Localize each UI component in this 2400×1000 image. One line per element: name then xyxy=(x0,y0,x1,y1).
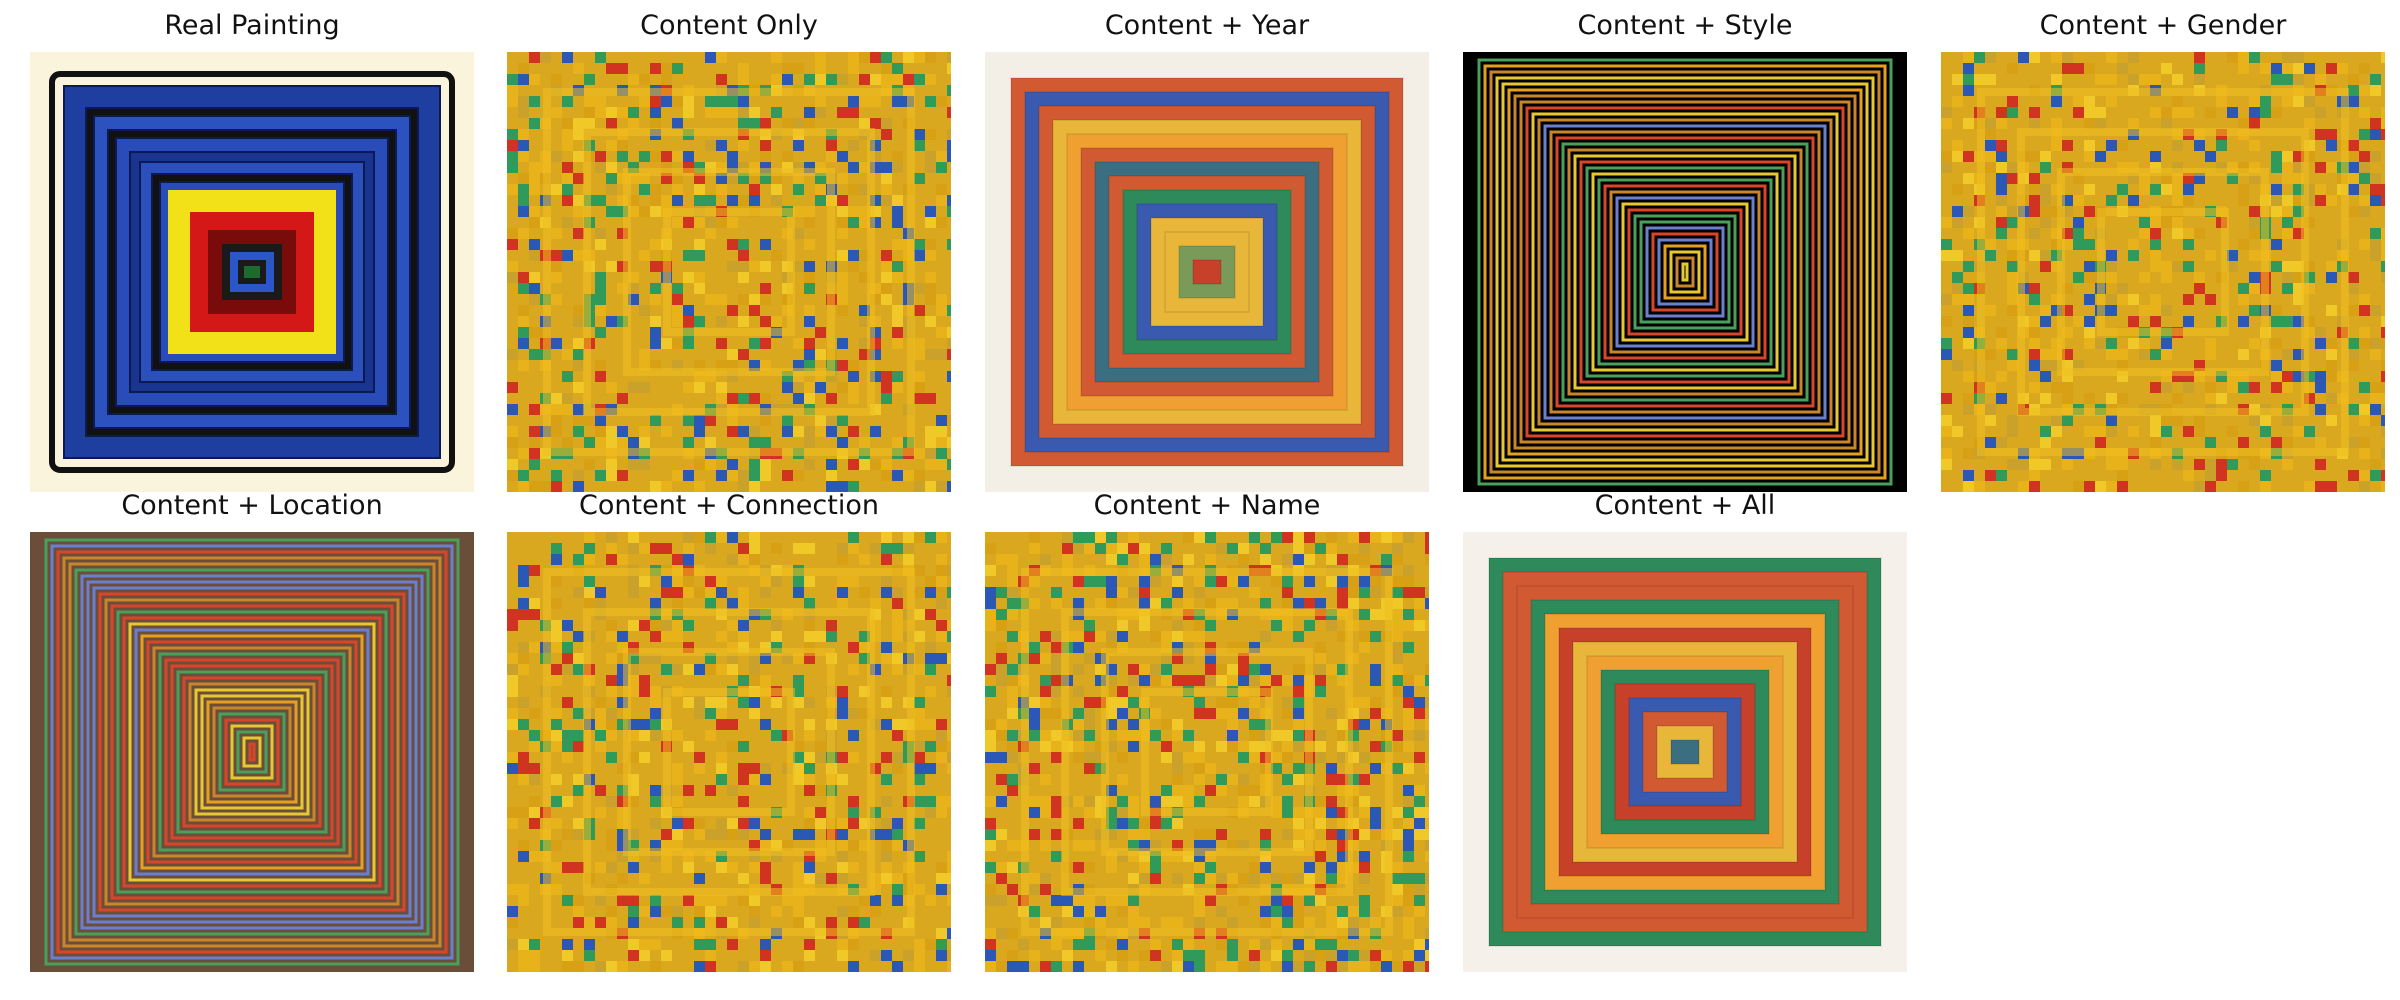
panel-title: Content + Connection xyxy=(579,490,879,521)
panel-title: Content + Gender xyxy=(2039,10,2287,41)
panel-title: Real Painting xyxy=(164,10,340,41)
painting-image xyxy=(985,532,1429,972)
painting-image xyxy=(507,532,951,972)
painting-image xyxy=(507,52,951,492)
painting-image xyxy=(30,532,474,972)
panel-title: Content + Name xyxy=(1093,490,1321,521)
panel-title: Content + Style xyxy=(1577,10,1793,41)
painting-image xyxy=(1463,532,1907,972)
painting-image xyxy=(1941,52,2385,492)
painting-image xyxy=(1463,52,1907,492)
panel-title: Content + All xyxy=(1594,490,1776,521)
painting-image xyxy=(985,52,1429,492)
painting-image xyxy=(30,52,474,492)
panel-title: Content Only xyxy=(640,10,818,41)
panel-title: Content + Year xyxy=(1104,10,1310,41)
panel-title: Content + Location xyxy=(121,490,383,521)
